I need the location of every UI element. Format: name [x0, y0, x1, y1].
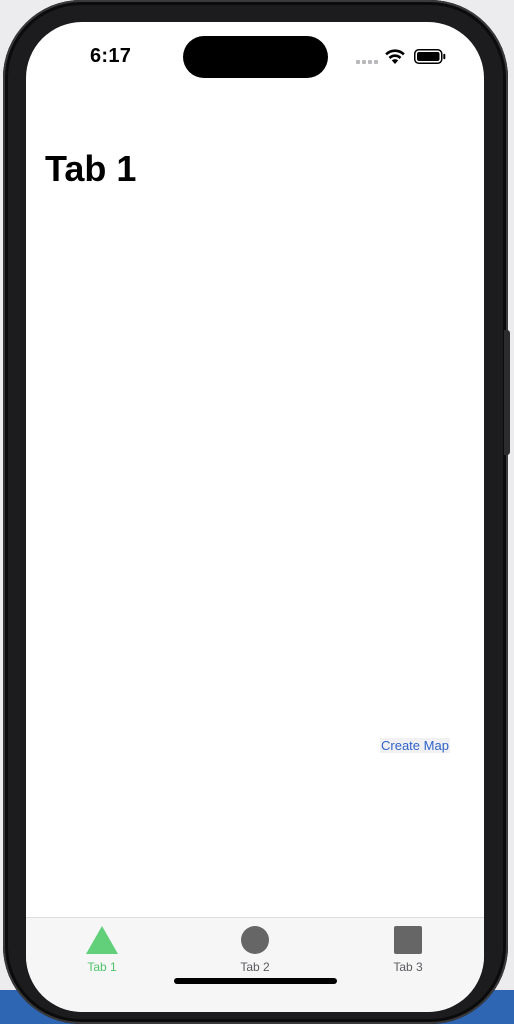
- tab-3[interactable]: Tab 3: [332, 918, 484, 988]
- status-time: 6:17: [90, 45, 132, 67]
- status-bar: 6:17: [26, 22, 484, 86]
- dynamic-island: [183, 36, 328, 78]
- side-button: [504, 330, 510, 455]
- home-indicator: [174, 978, 337, 984]
- phone-screen: 6:17 Tab 1 Create Map Tab 1 Tab 2 Tab 3: [26, 22, 484, 1012]
- wifi-icon: [385, 49, 405, 64]
- create-map-button[interactable]: Create Map: [380, 738, 450, 753]
- square-icon: [394, 926, 422, 954]
- cellular-signal-icon: [356, 60, 378, 64]
- tab-bar: Tab 1 Tab 2 Tab 3: [26, 917, 484, 1012]
- phone-frame: 6:17 Tab 1 Create Map Tab 1 Tab 2 Tab 3: [3, 0, 508, 1024]
- triangle-icon: [86, 926, 118, 954]
- tab-3-label: Tab 3: [393, 960, 423, 974]
- battery-icon: [414, 49, 446, 64]
- tab-1-label: Tab 1: [87, 960, 117, 974]
- page-title: Tab 1: [45, 148, 137, 189]
- tab-1[interactable]: Tab 1: [26, 918, 178, 988]
- tab-2-label: Tab 2: [240, 960, 270, 974]
- circle-icon: [241, 926, 269, 954]
